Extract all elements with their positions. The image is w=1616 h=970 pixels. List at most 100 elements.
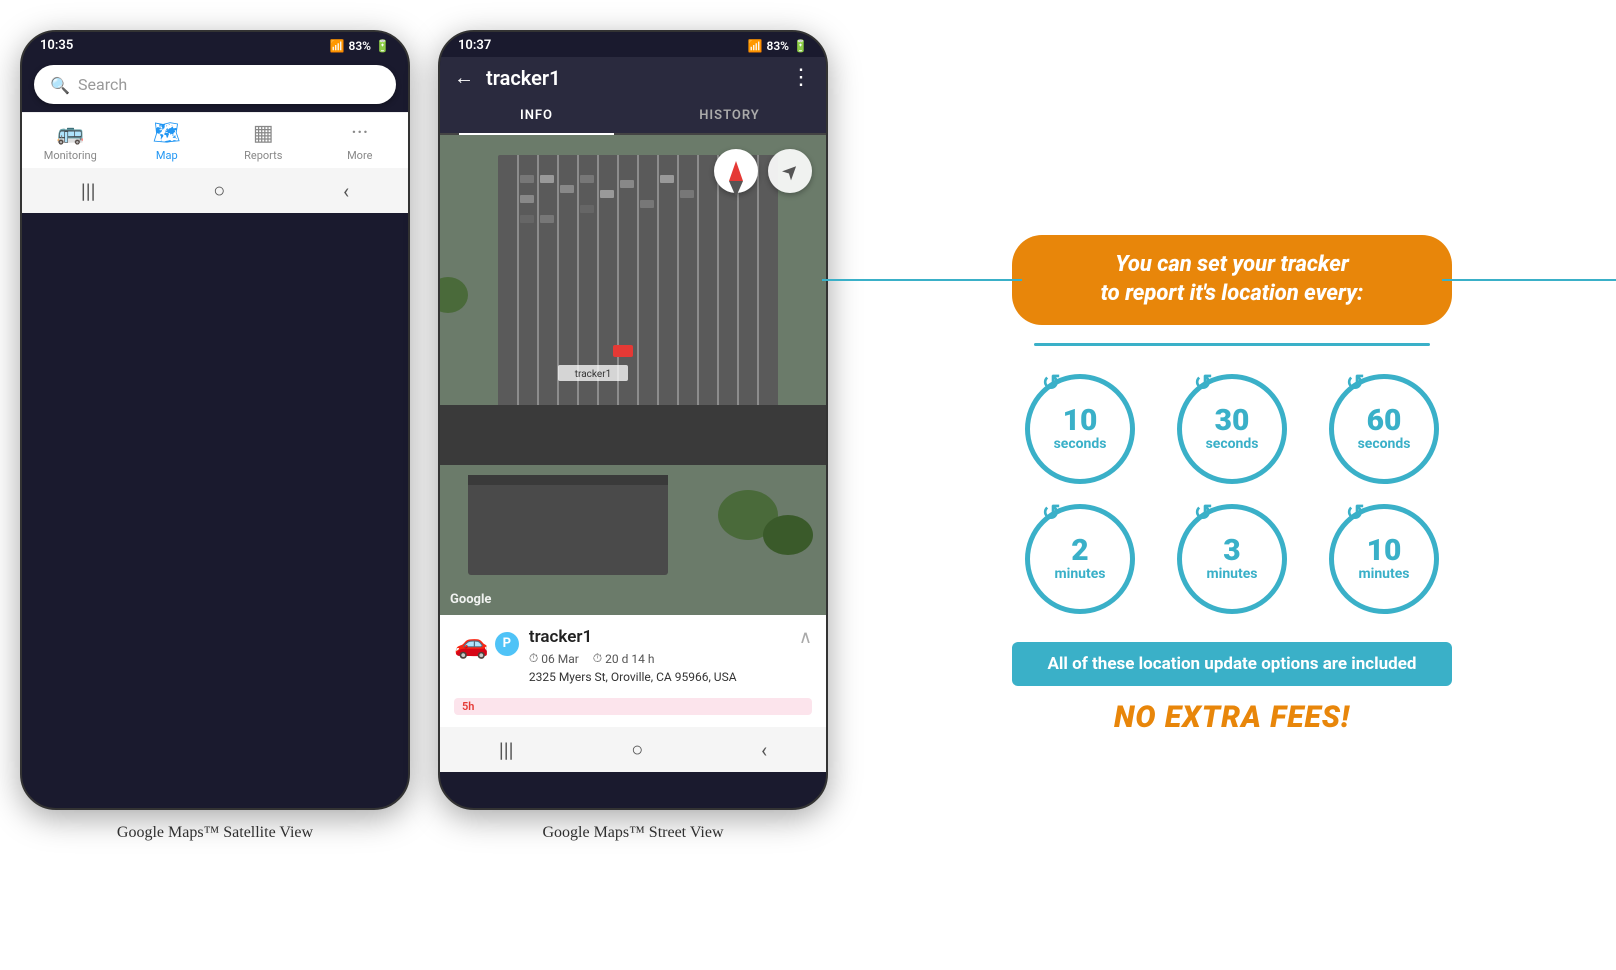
circle-number-30sec: 30	[1206, 406, 1259, 436]
phone2-battery: 83%	[766, 39, 789, 53]
aerial-compass-button[interactable]	[714, 149, 758, 193]
svg-text:tracker1: tracker1	[575, 369, 611, 380]
circle-ring-10sec: 10 seconds	[1025, 374, 1135, 484]
circle-30sec: 30 seconds	[1164, 374, 1300, 484]
circle-ring-3min: 3 minutes	[1177, 504, 1287, 614]
nav-reports-label: Reports	[244, 149, 282, 162]
phone1-caption: Google Maps™ Satellite View	[117, 824, 313, 842]
circle-unit-10sec: seconds	[1054, 436, 1107, 452]
info-details: tracker1 ⏱ 06 Mar ⏱ 20 d 14 h	[529, 627, 737, 684]
nav-map[interactable]: 🗺 Map	[137, 121, 197, 162]
phone2-gesture-bar: ||| ○ ‹	[440, 727, 826, 772]
aerial-google-watermark: Google	[450, 592, 491, 607]
circle-unit-60sec: seconds	[1358, 436, 1411, 452]
info-meta: ⏱ 06 Mar ⏱ 20 d 14 h	[529, 651, 737, 666]
circle-unit-3min: minutes	[1206, 566, 1257, 582]
menu-dots-button[interactable]: ⋮	[790, 65, 812, 90]
circle-number-3min: 3	[1206, 536, 1257, 566]
search-icon: 🔍	[50, 76, 68, 94]
scroll-hint: ∧	[799, 627, 812, 648]
aerial-map-svg: tracker1	[440, 135, 826, 615]
circle-60sec: 60 seconds	[1316, 374, 1452, 484]
circle-ring-30sec: 30 seconds	[1177, 374, 1287, 484]
more-icon: ···	[351, 121, 368, 146]
info-date: ⏱ 06 Mar	[529, 651, 579, 666]
phone1-signal-icon: 📶	[330, 39, 345, 53]
tab-history[interactable]: HISTORY	[633, 98, 826, 133]
aerial-nav-arrow-icon: ➤	[776, 157, 805, 186]
back-button[interactable]: ←	[454, 65, 474, 90]
info-tracker-name: tracker1	[529, 627, 737, 647]
tracker-icon-wrap: 🚗 P	[454, 627, 519, 660]
gesture-menu-icon: |||	[81, 179, 96, 203]
phone2-gesture-menu-icon: |||	[499, 738, 514, 762]
circle-number-10sec: 10	[1054, 406, 1107, 436]
tag-5h: 5h	[454, 698, 812, 715]
phone1-battery: 83%	[348, 39, 371, 53]
aerial-map[interactable]: tracker1 ➤ Google	[440, 135, 826, 615]
gesture-bar: ||| ○ ‹	[22, 168, 408, 213]
nav-monitoring[interactable]: 🚌 Monitoring	[40, 121, 100, 162]
phone2-battery-icon: 🔋	[793, 39, 808, 53]
infographic-section: You can set your tracker to report it's …	[848, 0, 1616, 970]
map-icon: 🗺	[153, 121, 181, 146]
monitoring-icon: 🚌	[57, 121, 84, 146]
circle-number-2min: 2	[1054, 536, 1105, 566]
phone2-gesture-home-icon: ○	[631, 737, 643, 762]
circle-unit-2min: minutes	[1054, 566, 1105, 582]
tab-info[interactable]: INFO	[440, 98, 633, 133]
phone2-wrapper: 10:37 📶 83% 🔋 ← tracker1 ⋮ INFO HIS	[438, 30, 828, 842]
clock-icon: ⏱	[529, 651, 538, 666]
included-text: All of these location update options are…	[1048, 654, 1417, 674]
tracker-car-icon: 🚗	[454, 627, 489, 660]
nav-monitoring-label: Monitoring	[44, 149, 97, 162]
included-banner: All of these location update options are…	[1012, 642, 1452, 686]
search-bar[interactable]: 🔍 Search	[34, 65, 396, 104]
circle-3min: 3 minutes	[1164, 504, 1300, 614]
circles-grid: 10 seconds 30 seconds 60 secon	[1012, 374, 1452, 614]
phone2-signal-icon: 📶	[748, 39, 763, 53]
phones-section: 10:35 📶 83% 🔋 🔍 Search	[0, 0, 848, 862]
nav-more-label: More	[347, 149, 372, 162]
info-duration: ⏱ 20 d 14 h	[593, 651, 655, 666]
timer-icon: ⏱	[593, 651, 602, 666]
phone2-status-bar: 10:37 📶 83% 🔋	[440, 32, 826, 57]
info-date-value: 06 Mar	[541, 652, 579, 666]
circle-number-60sec: 60	[1358, 406, 1411, 436]
nav-more[interactable]: ··· More	[330, 121, 390, 162]
aerial-nav-arrow-button[interactable]: ➤	[768, 149, 812, 193]
circle-2min: 2 minutes	[1012, 504, 1148, 614]
p-badge: P	[495, 632, 519, 656]
tab-info-label: INFO	[520, 108, 553, 123]
nav-map-label: Map	[156, 149, 178, 162]
phone2-time: 10:37	[458, 38, 491, 53]
info-duration-value: 20 d 14 h	[605, 652, 654, 666]
infographic-card: You can set your tracker to report it's …	[972, 205, 1492, 764]
phone2-tracker-title: tracker1	[486, 66, 778, 90]
gesture-back-icon: ‹	[343, 179, 349, 203]
tabs-bar: INFO HISTORY	[440, 98, 826, 135]
circle-10sec: 10 seconds	[1012, 374, 1148, 484]
circle-10min: 10 minutes	[1316, 504, 1452, 614]
nav-reports[interactable]: ▦ Reports	[233, 121, 293, 162]
info-panel: 🚗 P tracker1 ⏱ 06 Mar ⏱	[440, 615, 826, 727]
circle-unit-30sec: seconds	[1206, 436, 1259, 452]
headline-line2: to report it's location every:	[1101, 281, 1364, 306]
teal-divider	[1034, 343, 1430, 346]
phone1-wrapper: 10:35 📶 83% 🔋 🔍 Search	[20, 30, 410, 842]
phone2-caption: Google Maps™ Street View	[542, 824, 723, 842]
headline-text: You can set your tracker to report it's …	[1040, 251, 1424, 308]
phone2-header: ← tracker1 ⋮	[440, 57, 826, 98]
tab-history-label: HISTORY	[699, 108, 760, 123]
phone2-status-right: 📶 83% 🔋	[748, 39, 808, 53]
bottom-nav: 🚌 Monitoring 🗺 Map ▦ Reports ··· More	[22, 112, 408, 168]
circle-ring-2min: 2 minutes	[1025, 504, 1135, 614]
phone1-time: 10:35	[40, 38, 73, 53]
circle-ring-60sec: 60 seconds	[1329, 374, 1439, 484]
gesture-home-icon: ○	[213, 178, 225, 203]
headline-banner: You can set your tracker to report it's …	[1012, 235, 1452, 324]
phone1-status-right: 📶 83% 🔋	[330, 39, 390, 53]
circle-number-10min: 10	[1358, 536, 1409, 566]
info-address: 2325 Myers St, Oroville, CA 95966, USA	[529, 670, 737, 684]
aerial-compass-arrow-icon	[729, 161, 743, 181]
